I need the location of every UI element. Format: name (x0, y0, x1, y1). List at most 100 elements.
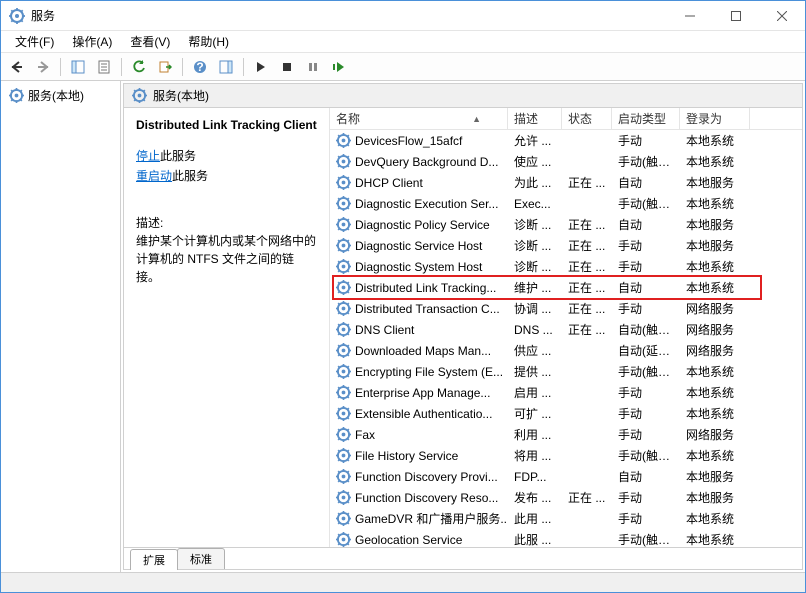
service-row[interactable]: Diagnostic System Host诊断 ...正在 ...手动本地系统 (330, 256, 802, 277)
service-row[interactable]: Enterprise App Manage...启用 ...手动本地系统 (330, 382, 802, 403)
service-row[interactable]: Diagnostic Policy Service诊断 ...正在 ...自动本… (330, 214, 802, 235)
menu-action[interactable]: 操作(A) (64, 31, 120, 52)
service-startup: 自动(延迟... (612, 342, 680, 359)
service-name: Encrypting File System (E... (355, 365, 503, 379)
service-row[interactable]: Extensible Authenticatio...可扩 ...手动本地系统 (330, 403, 802, 424)
menu-file[interactable]: 文件(F) (7, 31, 62, 52)
service-row[interactable]: Downloaded Maps Man...供应 ...自动(延迟...网络服务 (330, 340, 802, 361)
tree-root-label: 服务(本地) (28, 87, 84, 104)
service-status: 正在 ... (562, 279, 612, 296)
service-row[interactable]: DNS ClientDNS ...正在 ...自动(触发...网络服务 (330, 319, 802, 340)
service-icon (336, 532, 351, 547)
service-row[interactable]: Function Discovery Reso...发布 ...正在 ...手动… (330, 487, 802, 508)
service-row[interactable]: File History Service将用 ...手动(触发...本地系统 (330, 445, 802, 466)
col-desc[interactable]: 描述 (508, 108, 562, 129)
service-startup: 手动 (612, 384, 680, 401)
service-row[interactable]: GameDVR 和广播用户服务...此用 ...手动本地系统 (330, 508, 802, 529)
service-desc: Exec... (508, 197, 562, 211)
service-row[interactable]: Function Discovery Provi...FDP...自动本地服务 (330, 466, 802, 487)
service-status: 正在 ... (562, 216, 612, 233)
service-row[interactable]: Diagnostic Execution Ser...Exec...手动(触发.… (330, 193, 802, 214)
service-name: Function Discovery Reso... (355, 491, 498, 505)
minimize-button[interactable] (667, 1, 713, 30)
service-name: GameDVR 和广播用户服务... (355, 510, 508, 527)
service-row[interactable]: Geolocation Service此服 ...手动(触发...本地系统 (330, 529, 802, 547)
service-desc: 发布 ... (508, 489, 562, 506)
export-button[interactable] (153, 56, 177, 78)
service-startup: 手动 (612, 510, 680, 527)
service-name: DHCP Client (355, 176, 423, 190)
service-row[interactable]: Distributed Link Tracking...维护 ...正在 ...… (330, 277, 802, 298)
col-startup[interactable]: 启动类型 (612, 108, 680, 129)
nav-back-button[interactable] (5, 56, 29, 78)
statusbar (1, 572, 805, 592)
show-hide-tree-button[interactable] (66, 56, 90, 78)
service-startup: 自动(触发... (612, 321, 680, 338)
service-icon (336, 322, 351, 337)
service-startup: 手动(触发... (612, 363, 680, 380)
service-icon (336, 154, 351, 169)
properties-button[interactable] (92, 56, 116, 78)
col-logon[interactable]: 登录为 (680, 108, 750, 129)
service-desc: 利用 ... (508, 426, 562, 443)
service-desc: 供应 ... (508, 342, 562, 359)
titlebar: 服务 (1, 1, 805, 31)
stop-link[interactable]: 停止 (136, 149, 160, 163)
list-body[interactable]: DevicesFlow_15afcf允许 ...手动本地系统DevQuery B… (330, 130, 802, 547)
service-icon (336, 259, 351, 274)
service-logon: 本地服务 (680, 489, 750, 506)
start-service-button[interactable] (249, 56, 273, 78)
restart-service-button[interactable] (327, 56, 351, 78)
restart-link[interactable]: 重启动 (136, 169, 172, 183)
service-row[interactable]: DHCP Client为此 ...正在 ...自动本地服务 (330, 172, 802, 193)
service-status: 正在 ... (562, 321, 612, 338)
close-button[interactable] (759, 1, 805, 30)
service-startup: 手动 (612, 489, 680, 506)
service-desc: 此服 ... (508, 531, 562, 547)
service-desc: FDP... (508, 470, 562, 484)
tree-pane: 服务(本地) (1, 81, 121, 572)
service-icon (336, 364, 351, 379)
menu-help[interactable]: 帮助(H) (180, 31, 237, 52)
stop-service-button[interactable] (275, 56, 299, 78)
pause-service-button[interactable] (301, 56, 325, 78)
service-logon: 本地服务 (680, 237, 750, 254)
service-startup: 手动 (612, 300, 680, 317)
service-name: Geolocation Service (355, 533, 462, 547)
menu-view[interactable]: 查看(V) (122, 31, 178, 52)
detail-pane: Distributed Link Tracking Client 停止此服务 重… (124, 108, 329, 547)
service-desc: 提供 ... (508, 363, 562, 380)
service-logon: 本地系统 (680, 447, 750, 464)
maximize-button[interactable] (713, 1, 759, 30)
service-row[interactable]: Fax利用 ...手动网络服务 (330, 424, 802, 445)
col-name[interactable]: 名称▲ (330, 108, 508, 129)
menubar: 文件(F) 操作(A) 查看(V) 帮助(H) (1, 31, 805, 53)
service-logon: 网络服务 (680, 321, 750, 338)
tab-extended[interactable]: 扩展 (130, 549, 178, 570)
service-status: 正在 ... (562, 300, 612, 317)
help-button[interactable]: ? (188, 56, 212, 78)
show-hide-action-button[interactable] (214, 56, 238, 78)
service-logon: 本地服务 (680, 216, 750, 233)
service-icon (336, 427, 351, 442)
col-status[interactable]: 状态 (562, 108, 612, 129)
service-row[interactable]: DevicesFlow_15afcf允许 ...手动本地系统 (330, 130, 802, 151)
service-row[interactable]: DevQuery Background D...使应 ...手动(触发...本地… (330, 151, 802, 172)
service-startup: 手动 (612, 237, 680, 254)
service-startup: 手动 (612, 426, 680, 443)
service-icon (336, 175, 351, 190)
nav-forward-button[interactable] (31, 56, 55, 78)
service-icon (336, 280, 351, 295)
service-name: Diagnostic Execution Ser... (355, 197, 498, 211)
service-row[interactable]: Diagnostic Service Host诊断 ...正在 ...手动本地服… (330, 235, 802, 256)
tree-root-services[interactable]: 服务(本地) (5, 85, 116, 106)
tab-standard[interactable]: 标准 (177, 548, 225, 569)
service-startup: 手动 (612, 258, 680, 275)
description-label: 描述: (136, 214, 317, 232)
service-startup: 自动 (612, 468, 680, 485)
refresh-button[interactable] (127, 56, 151, 78)
service-status: 正在 ... (562, 174, 612, 191)
service-row[interactable]: Encrypting File System (E... 提供 ... 手动(触发.… (330, 361, 802, 382)
service-row[interactable]: Distributed Transaction C...协调 ...正在 ...… (330, 298, 802, 319)
service-logon: 本地系统 (680, 405, 750, 422)
